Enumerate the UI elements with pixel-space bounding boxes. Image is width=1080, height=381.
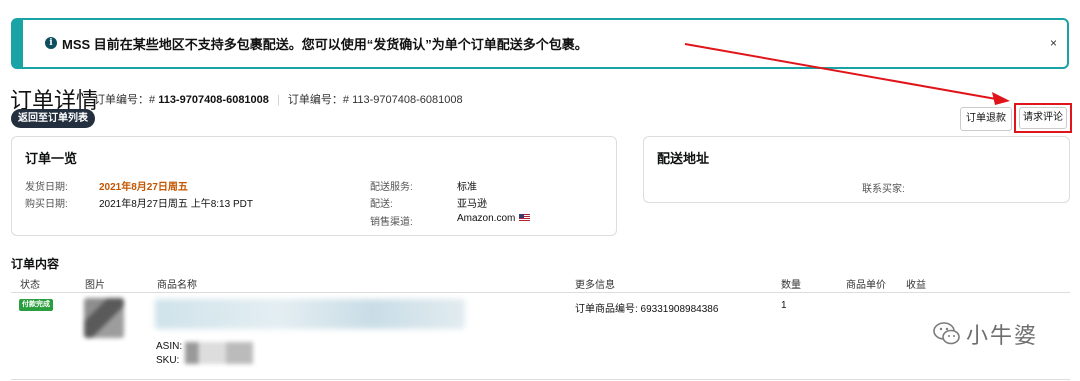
sales-channel-label: 销售渠道: [370,217,413,228]
column-header: 状态 [20,280,40,291]
sku-label: SKU: [156,355,180,366]
summary-title: 订单一览 [25,151,78,166]
column-header: 更多信息 [575,280,615,291]
order-id-value: 113-9707408-6081008 [352,94,463,106]
ship-date-label: 发货日期: [25,182,68,193]
alert-message: MSS 目前在某些地区不支持多包裹配送。您可以使用“发货确认”为单个订单配送多个… [62,37,588,52]
ship-date-value: 2021年8月27日周五 [99,182,188,193]
fulfillment-label: 配送: [370,199,393,210]
quantity: 1 [781,300,787,311]
contact-buyer-label[interactable]: 联系买家: [862,180,905,195]
status-badge: 付款完成 [19,299,53,311]
shipping-address-title: 配送地址 [657,151,710,166]
row-divider [11,379,1070,380]
fulfillment-value: 亚马逊 [457,199,487,210]
asin-label: ASIN: [156,341,183,352]
order-id-label: 订单编号：# [287,94,350,106]
sales-channel-value: Amazon.com [457,213,531,224]
divider: | [276,94,280,106]
column-header: 商品名称 [157,280,197,291]
column-header: 图片 [85,280,105,291]
request-review-button[interactable]: 请求评论 [1019,107,1067,129]
product-thumbnail[interactable] [84,298,124,338]
watermark-text: 小牛婆 [966,323,1039,348]
column-header: 数量 [781,280,801,291]
back-to-orders-button[interactable]: 返回至订单列表 [11,109,95,128]
shipping-service-value: 标准 [457,182,477,193]
table-header: 状态 图片 商品名称 更多信息 数量 商品单价 收益 [11,270,1070,293]
review-button-highlight: 请求评论 [1014,103,1072,133]
order-details-page: i MSS 目前在某些地区不支持多包裹配送。您可以使用“发货确认”为单个订单配送… [0,0,1080,381]
column-header: 商品单价 [846,280,886,291]
order-id-label: 订单编号：# [94,94,156,106]
product-name-redacted[interactable] [155,299,465,329]
us-flag-icon [519,214,531,221]
shipping-address-panel: 配送地址 联系买家: [643,136,1070,203]
order-ids: 订单编号：# 113-9707408-6081008 | 订单编号：# 113-… [94,91,463,107]
purchase-date-label: 购买日期: [25,199,68,210]
order-id-value: 113-9707408-6081008 [158,94,269,106]
more-info: 订单商品编号: 69331908984386 [575,304,719,315]
shipping-service-label: 配送服务: [370,182,413,193]
watermark: 小牛婆 [932,318,1038,350]
order-summary-panel: 订单一览 发货日期: 2021年8月27日周五 购买日期: 2021年8月27日… [11,136,617,236]
wechat-icon [933,322,960,345]
info-icon: i [45,37,57,49]
column-header: 收益 [906,280,926,291]
sales-channel-text: Amazon.com [457,213,516,224]
close-icon[interactable]: × [1050,36,1057,50]
alert-banner: i MSS 目前在某些地区不支持多包裹配送。您可以使用“发货确认”为单个订单配送… [11,18,1069,69]
refund-order-button[interactable]: 订单退款 [960,107,1012,131]
purchase-date-value: 2021年8月27日周五 上午8:13 PDT [99,199,253,210]
asin-redacted [185,342,253,364]
